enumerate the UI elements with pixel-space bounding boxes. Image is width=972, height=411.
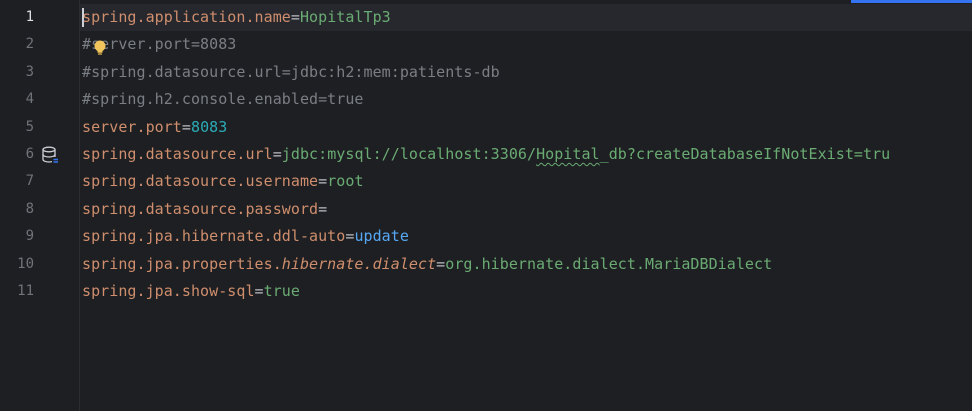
code-text[interactable]: spring.datasource.password= [82, 196, 327, 223]
code-text[interactable]: spring.jpa.show-sql=true [82, 278, 300, 305]
code-line[interactable]: 10 spring.jpa.properties.hibernate.dialec… [0, 251, 972, 278]
code-line[interactable]: 9 spring.jpa.hibernate.ddl-auto=update [0, 223, 972, 250]
code-line[interactable]: 8 spring.datasource.password= [0, 196, 972, 223]
code-text[interactable]: spring.jpa.properties.hibernate.dialect=… [82, 251, 772, 278]
code-token: #spring.h2.console.enabled=true [82, 90, 364, 109]
line-number[interactable]: 6 [0, 141, 34, 168]
code-line[interactable]: 5 server.port=8083 [0, 114, 972, 141]
code-line[interactable]: 11 spring.jpa.show-sql=true [0, 278, 972, 305]
code-token: = [318, 199, 328, 218]
database-icon[interactable] [41, 146, 59, 164]
code-token: spring.datasource.password [82, 199, 319, 218]
code-token: = [272, 145, 282, 163]
code-editor[interactable]: 1 spring.application.name=HopitalTp3 2 #ser… [0, 0, 972, 411]
line-number[interactable]: 9 [0, 223, 34, 250]
code-token: = [254, 282, 264, 300]
code-line[interactable]: 6 spring.datasource.url=jdbc:mysql://loca… [0, 141, 972, 168]
code-token: spring.jpa.hibernate.ddl-auto [82, 227, 346, 246]
code-line[interactable]: 4 #spring.h2.console.enabled=true [0, 86, 972, 113]
code-line[interactable]: 2 #server.port=8083 [0, 31, 972, 58]
line-number[interactable]: 10 [0, 251, 34, 278]
line-number[interactable]: 1 [0, 4, 34, 31]
code-token: root [327, 172, 364, 191]
code-token: spring.jpa.properties. [82, 254, 282, 273]
code-token: spring.jpa.show-sql [82, 282, 255, 300]
code-token: = [436, 254, 446, 273]
code-line[interactable]: 7 spring.datasource.username=root [0, 168, 972, 195]
code-token: jdbc:mysql://localhost:3306/ [281, 145, 537, 163]
line-number[interactable]: 5 [0, 114, 34, 141]
code-text[interactable]: #spring.datasource.url=jdbc:h2:mem:patie… [82, 59, 500, 86]
code-line[interactable]: 3 #spring.datasource.url=jdbc:h2:mem:pati… [0, 59, 972, 86]
lightbulb-icon[interactable] [92, 39, 108, 57]
code-line[interactable]: 1 spring.application.name=HopitalTp3 [0, 4, 972, 31]
code-token: 8083 [190, 117, 228, 136]
code-token: HopitalTp3 [299, 8, 391, 26]
code-token: = [318, 172, 328, 191]
code-token: = [290, 8, 300, 26]
scroll-indicator [851, 0, 972, 3]
line-number[interactable]: 11 [0, 278, 34, 305]
code-token: _db?createDatabaseIfNotExist=tru [599, 145, 891, 163]
code-text[interactable]: spring.datasource.username=root [82, 168, 364, 195]
code-token: = [181, 117, 191, 136]
code-token: spring.datasource.username [82, 172, 319, 191]
code-token: spring.datasource.url [82, 145, 273, 163]
line-number[interactable]: 4 [0, 86, 34, 113]
code-text[interactable]: spring.application.name=HopitalTp3 [82, 4, 391, 31]
code-token: server.port [82, 117, 182, 136]
line-number[interactable]: 2 [0, 31, 34, 58]
code-token: Hopital [536, 145, 600, 163]
line-number[interactable]: 3 [0, 59, 34, 86]
line-number[interactable]: 7 [0, 168, 34, 195]
code-text[interactable]: spring.datasource.url=jdbc:mysql://local… [82, 141, 890, 168]
code-text[interactable]: spring.jpa.hibernate.ddl-auto=update [82, 223, 409, 250]
text-caret [82, 8, 84, 27]
code-text[interactable]: #spring.h2.console.enabled=true [82, 86, 364, 113]
code-token: spring.application.name [82, 8, 291, 26]
code-token: hibernate.dialect [281, 254, 437, 273]
code-token: true [263, 282, 300, 300]
line-number[interactable]: 8 [0, 196, 34, 223]
code-token: update [354, 227, 409, 246]
code-text[interactable]: server.port=8083 [82, 114, 227, 141]
code-token: org.hibernate.dialect.MariaDBDialect [445, 254, 773, 273]
code-token: #spring.datasource.url=jdbc:h2:mem:patie… [82, 62, 500, 81]
